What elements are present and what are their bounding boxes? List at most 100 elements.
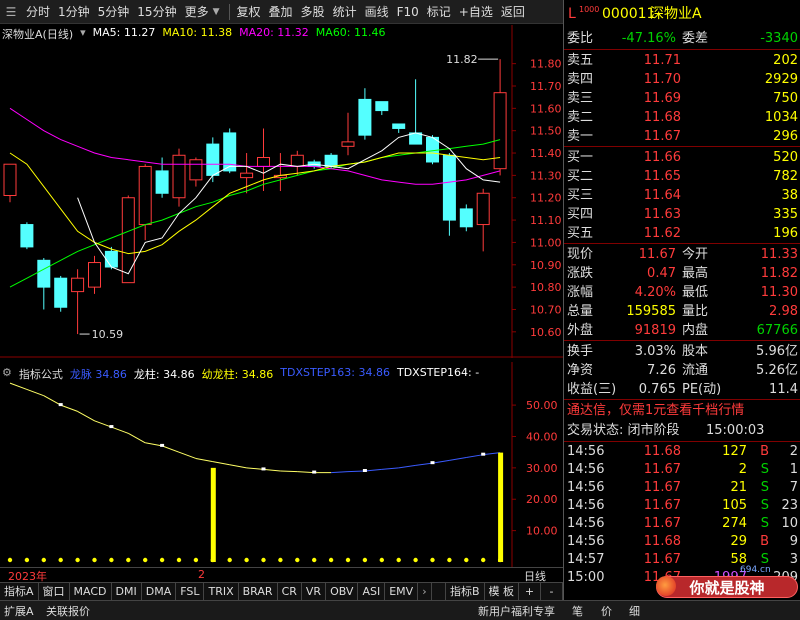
ma-legend: 深物业A(日线) ▾ MA5: 11.27 MA10: 11.38 MA20: … [2, 26, 386, 41]
toolbar-item-multi[interactable]: 多股 [297, 3, 329, 20]
longzhu-bar [498, 452, 504, 562]
tab-template[interactable]: 模 板 [485, 583, 519, 600]
tab-fsl[interactable]: FSL [176, 583, 205, 600]
tick-row: 14:56 11.67 2 S 1 [564, 460, 800, 479]
quote-label: 外盘 [567, 323, 594, 338]
indicator-longmai-name: 龙脉 [69, 368, 92, 381]
tick-time: 14:56 [567, 516, 605, 531]
toolbar-item-stats[interactable]: 统计 [329, 3, 361, 20]
y-tick-label: 11.50 [530, 125, 562, 138]
quote-label: 涨幅 [567, 285, 594, 300]
menu-icon[interactable]: ☰ [0, 5, 22, 19]
candle-body [358, 98, 372, 136]
candle-body [442, 154, 456, 221]
bottom-tab-expand[interactable]: 扩展A [4, 603, 34, 619]
tab-zoom-in[interactable]: + [519, 583, 541, 600]
sell-level-volume: 296 [773, 129, 798, 144]
ma20-value: MA20: 11.32 [239, 26, 309, 39]
toolbar-item-15min[interactable]: 15分钟 [133, 3, 180, 20]
tab-indicator-a[interactable]: 指标A [0, 583, 39, 600]
toolbar-item-intraday[interactable]: 分时 [22, 3, 54, 20]
indicator-marker [160, 443, 165, 447]
tab-cr[interactable]: CR [278, 583, 302, 600]
quote-label: 今开 [682, 247, 709, 262]
candle-body [324, 154, 338, 167]
sell-level-price: 11.67 [643, 129, 681, 144]
indicator-gear-icon[interactable]: ⚙ [2, 366, 12, 382]
candle-body [138, 165, 152, 226]
buy-level-volume: 196 [773, 226, 798, 241]
kline-chart[interactable]: 11.80 11.70 11.60 11.50 11.40 11.30 11.20 11.10… [0, 25, 563, 358]
quote-value: 91819 [634, 323, 676, 338]
baseline-dot [24, 557, 30, 563]
tab-dma[interactable]: DMA [142, 583, 177, 600]
tab-zoom-out[interactable]: - [541, 583, 563, 600]
tab-macd[interactable]: MACD [70, 583, 112, 600]
toolbar-item-f10[interactable]: F10 [393, 5, 423, 19]
baseline-dot [328, 557, 334, 563]
kline-chart-panel[interactable]: 11.80 11.70 11.60 11.50 11.40 11.30 11.20 11.10… [0, 25, 563, 358]
bottom-tab-related[interactable]: 关联报价 [46, 603, 90, 619]
tab-scroll-right-icon[interactable]: › [418, 583, 432, 600]
tick-price: 11.68 [643, 444, 681, 459]
tab-indicator-b[interactable]: 指标B [444, 583, 485, 600]
candle-body [375, 101, 389, 112]
indicator-line-segment [432, 459, 450, 464]
bottom-tab-pen[interactable]: 笔 [572, 603, 583, 619]
sell-level-volume: 1034 [764, 110, 798, 125]
toolbar-item-1min[interactable]: 1分钟 [54, 3, 94, 20]
tab-obv[interactable]: OBV [326, 583, 359, 600]
indicator-formula-label[interactable]: 指标公式 [19, 366, 63, 382]
toolbar-item-mark[interactable]: 标记 [423, 3, 455, 20]
indicator-marker [312, 470, 317, 474]
toolbar-item-5min[interactable]: 5分钟 [94, 3, 134, 20]
divider [564, 399, 800, 400]
toolbar-item-overlay[interactable]: 叠加 [265, 3, 297, 20]
tick-row: 14:56 11.68 29 B 9 [564, 532, 800, 551]
candle-body [20, 224, 34, 248]
tab-trix[interactable]: TRIX [204, 583, 239, 600]
toolbar-item-more[interactable]: 更多 [181, 3, 213, 20]
dropdown-arrow-icon[interactable]: ▼ [213, 7, 220, 17]
indicator-panel[interactable]: 50.00 40.00 30.00 20.00 10.00 [0, 362, 563, 567]
watermark-logo-icon [656, 576, 676, 596]
indicator-marker [430, 461, 435, 465]
quote-label: 量比 [682, 304, 709, 319]
bottom-tab-detail[interactable]: 细 [629, 603, 640, 619]
buy-level-volume: 520 [773, 150, 798, 165]
promo-banner[interactable]: 通达信，仅需1元查看千档行情 [564, 401, 800, 420]
indicator-chart[interactable]: 50.00 40.00 30.00 20.00 10.00 [0, 362, 563, 567]
candle-body [104, 250, 118, 268]
tick-side: B [760, 534, 769, 549]
tab-dmi[interactable]: DMI [112, 583, 142, 600]
toolbar-item-draw[interactable]: 画线 [361, 3, 393, 20]
candle-body [88, 262, 101, 288]
tick-count: 3 [789, 552, 798, 567]
buy-level-volume: 38 [781, 188, 798, 203]
toolbar-item-back[interactable]: 返回 [497, 3, 529, 20]
tab-window[interactable]: 窗口 [39, 583, 70, 600]
buy-level-price: 11.65 [643, 169, 681, 184]
indicator-tick-label: 20.00 [526, 493, 558, 506]
tab-brar[interactable]: BRAR [239, 583, 278, 600]
tab-vr[interactable]: VR [302, 583, 327, 600]
indicator-tick-label: 30.00 [526, 462, 558, 475]
quote-value: 11.82 [760, 266, 798, 281]
tab-asi[interactable]: ASI [358, 583, 386, 600]
bottom-tab-price[interactable]: 价 [601, 603, 612, 619]
candle-body [459, 208, 473, 228]
sell-level-volume: 750 [773, 91, 798, 106]
ma10-line [9, 152, 501, 255]
financial-row: 收益(三) 0.765 PE(动) 11.4 [564, 380, 800, 399]
buy-level-label: 买三 [567, 188, 594, 203]
indicator-tick-label: 10.00 [526, 525, 558, 538]
indicator-line-segment [26, 388, 44, 397]
bottom-promo-link[interactable]: 新用户福利专享 [478, 603, 555, 619]
toolbar-item-adjust[interactable]: 复权 [233, 3, 265, 20]
tick-count: 2 [789, 444, 798, 459]
promo-text[interactable]: 通达信，仅需1元查看千档行情 [567, 401, 744, 420]
candle-body [155, 170, 169, 194]
toolbar-item-watchlist[interactable]: +自选 [455, 3, 497, 20]
tab-emv[interactable]: EMV [385, 583, 419, 600]
y-tick-label: 10.80 [530, 281, 562, 294]
